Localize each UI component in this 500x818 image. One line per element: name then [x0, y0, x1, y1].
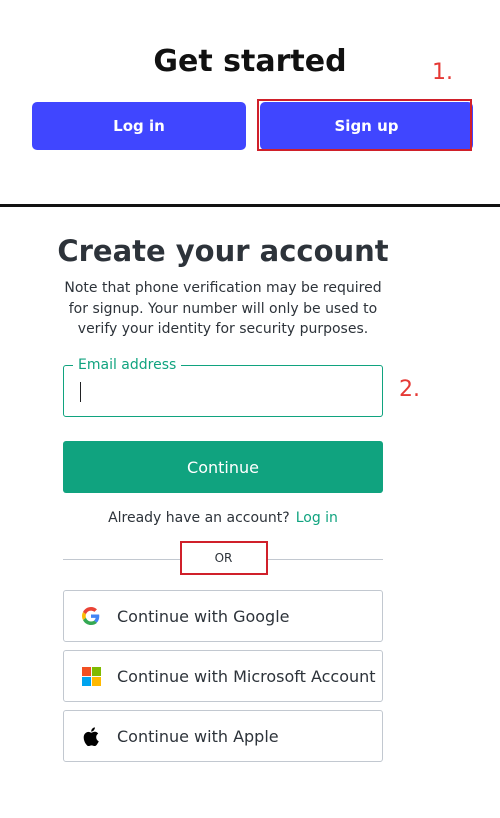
microsoft-icon	[81, 666, 101, 686]
continue-button[interactable]: Continue	[63, 441, 383, 493]
signup-button[interactable]: Sign up	[260, 102, 473, 150]
email-input[interactable]	[64, 366, 382, 416]
continue-with-apple-label: Continue with Apple	[117, 726, 279, 746]
phone-verification-note: Note that phone verification may be requ…	[64, 280, 382, 337]
get-started-title: Get started	[153, 44, 347, 79]
continue-with-microsoft-button[interactable]: Continue with Microsoft Account	[63, 650, 383, 702]
already-have-account-text: Already have an account?	[108, 510, 290, 526]
or-separator: OR	[214, 551, 233, 565]
or-divider-right	[266, 559, 383, 560]
step-1-marker: 1.	[432, 60, 453, 85]
text-caret	[80, 382, 81, 402]
login-button[interactable]: Log in	[32, 102, 246, 150]
google-icon	[81, 606, 101, 626]
apple-icon	[81, 726, 101, 746]
or-divider-left	[63, 559, 181, 560]
continue-with-microsoft-label: Continue with Microsoft Account	[117, 666, 376, 686]
continue-with-google-button[interactable]: Continue with Google	[63, 590, 383, 642]
create-account-title: Create your account	[57, 234, 389, 268]
login-link[interactable]: Log in	[296, 510, 338, 526]
already-have-account: Already have an account? Log in	[0, 510, 446, 526]
email-field[interactable]: Email address	[63, 357, 383, 417]
section-divider	[0, 204, 500, 207]
continue-with-google-label: Continue with Google	[117, 606, 290, 626]
step-2-marker: 2.	[399, 377, 420, 402]
continue-with-apple-button[interactable]: Continue with Apple	[63, 710, 383, 762]
